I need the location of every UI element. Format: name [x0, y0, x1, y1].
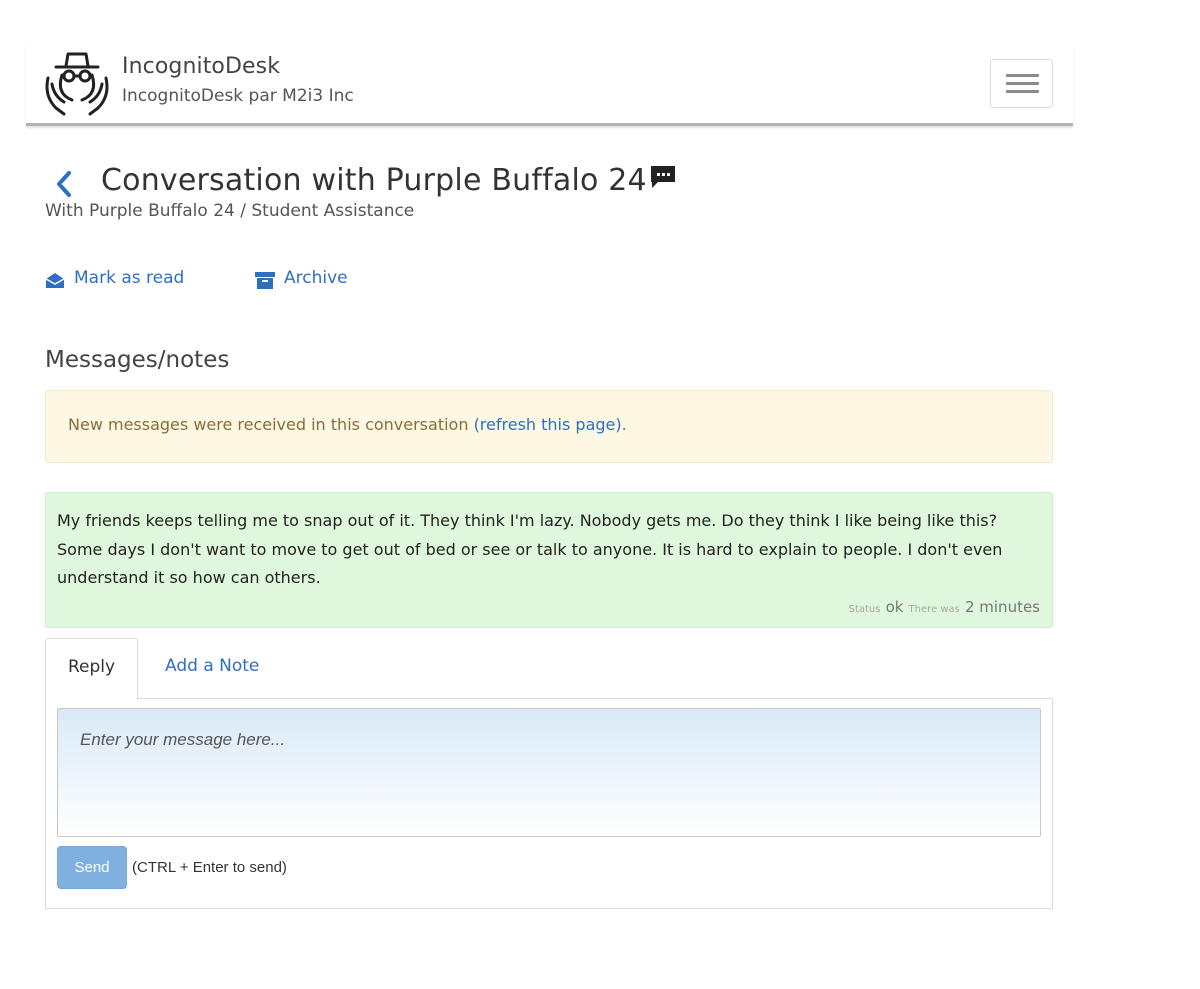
hamburger-menu-icon	[1006, 74, 1039, 77]
brand-title: IncognitoDesk	[122, 54, 281, 79]
open-envelope-icon	[45, 273, 65, 288]
message-meta: Status ok There was 2 minutes	[849, 597, 1040, 616]
tab-add-note[interactable]: Add a Note	[165, 656, 259, 676]
reply-panel: Send (CTRL + Enter to send)	[45, 698, 1053, 909]
status-value: ok	[885, 598, 904, 616]
send-button[interactable]: Send	[57, 846, 127, 889]
chat-bubble-icon	[649, 164, 677, 190]
status-label: Status	[848, 604, 881, 615]
alert-suffix: .	[621, 415, 627, 434]
message-text: My friends keeps telling me to snap out …	[57, 511, 1003, 587]
incognito-hands-icon[interactable]	[42, 50, 112, 116]
time-value: 2 minutes	[964, 598, 1040, 616]
archive-label: Archive	[284, 268, 348, 288]
mark-as-read-label: Mark as read	[74, 268, 185, 288]
archive-link[interactable]: Archive	[255, 268, 365, 294]
section-title: Messages/notes	[45, 347, 230, 373]
send-hint: (CTRL + Enter to send)	[132, 859, 287, 876]
app-header: IncognitoDesk IncognitoDesk par M2i3 Inc	[26, 44, 1073, 126]
page-title: Conversation with Purple Buffalo 24	[101, 163, 647, 198]
brand-subtitle: IncognitoDesk par M2i3 Inc	[122, 86, 354, 106]
new-messages-alert: New messages were received in this conve…	[45, 390, 1053, 463]
message-item: My friends keeps telling me to snap out …	[45, 492, 1053, 628]
archive-box-icon	[255, 272, 275, 289]
chevron-left-icon[interactable]	[52, 168, 76, 200]
alert-text: New messages were received in this conve…	[68, 415, 474, 434]
tab-reply[interactable]: Reply	[45, 638, 138, 700]
time-label: There was	[908, 604, 960, 615]
message-input[interactable]	[57, 708, 1041, 837]
mark-as-read-link[interactable]: Mark as read	[45, 268, 205, 294]
breadcrumb: With Purple Buffalo 24 / Student Assista…	[45, 201, 415, 221]
hamburger-menu-button[interactable]	[990, 59, 1053, 108]
refresh-page-link[interactable]: (refresh this page)	[474, 415, 622, 434]
